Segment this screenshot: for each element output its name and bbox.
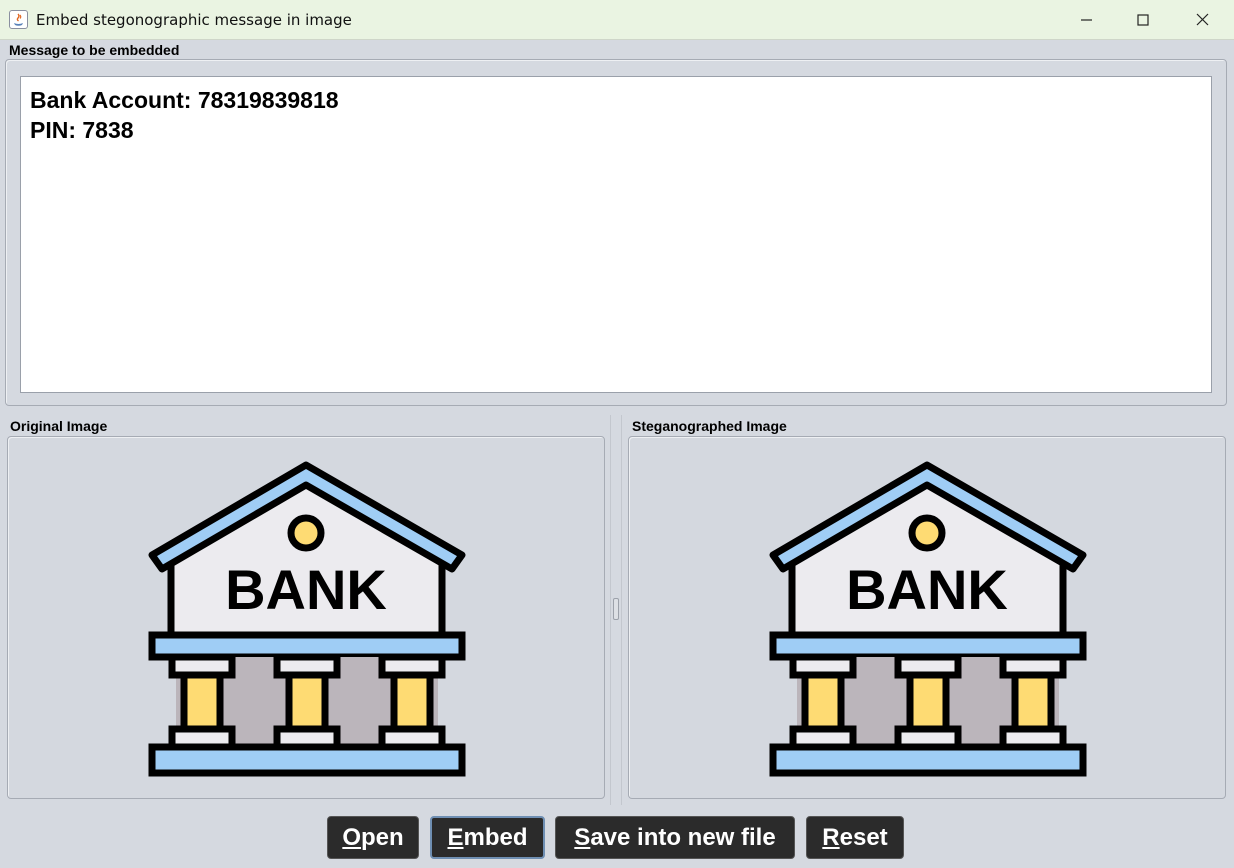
embed-mnemonic: E: [447, 823, 464, 851]
reset-label: eset: [839, 823, 888, 851]
open-button[interactable]: Open: [327, 816, 419, 859]
save-mnemonic: S: [574, 823, 591, 851]
save-into-new-file-button[interactable]: Save into new file: [555, 816, 795, 859]
stego-image-label: Steganographed Image: [632, 418, 787, 434]
message-line-1: Bank Account: 78319839818: [30, 87, 339, 113]
save-label: ave into new file: [590, 823, 776, 851]
maximize-icon: [1137, 14, 1149, 26]
title-bar: Embed stegonographic message in image: [0, 0, 1234, 40]
divider-grip-handle[interactable]: [613, 598, 619, 620]
embed-button[interactable]: Embed: [430, 816, 545, 859]
open-label: pen: [361, 823, 404, 851]
embed-label: mbed: [463, 823, 528, 851]
bank-text: BANK: [846, 558, 1008, 621]
split-pane-divider[interactable]: [610, 415, 622, 805]
original-image-label: Original Image: [10, 418, 108, 434]
reset-mnemonic: R: [822, 823, 840, 851]
close-button[interactable]: [1173, 0, 1231, 40]
bank-image-original: BANK: [148, 461, 466, 777]
message-line-2: PIN: 7838: [30, 117, 134, 143]
java-app-icon: [9, 10, 28, 29]
minimize-button[interactable]: [1057, 0, 1115, 40]
maximize-button[interactable]: [1115, 0, 1173, 40]
original-image-panel: BANK: [7, 436, 605, 799]
open-mnemonic: O: [342, 823, 361, 851]
stego-image-panel: BANK: [628, 436, 1226, 799]
close-icon: [1196, 13, 1209, 26]
message-textarea[interactable]: Bank Account: 78319839818 PIN: 7838: [20, 76, 1212, 393]
bank-image-stego: BANK: [769, 461, 1087, 777]
bank-text: BANK: [225, 558, 387, 621]
reset-button[interactable]: Reset: [806, 816, 904, 859]
minimize-icon: [1081, 19, 1092, 21]
message-label: Message to be embedded: [9, 42, 180, 58]
window-title: Embed stegonographic message in image: [36, 11, 352, 29]
